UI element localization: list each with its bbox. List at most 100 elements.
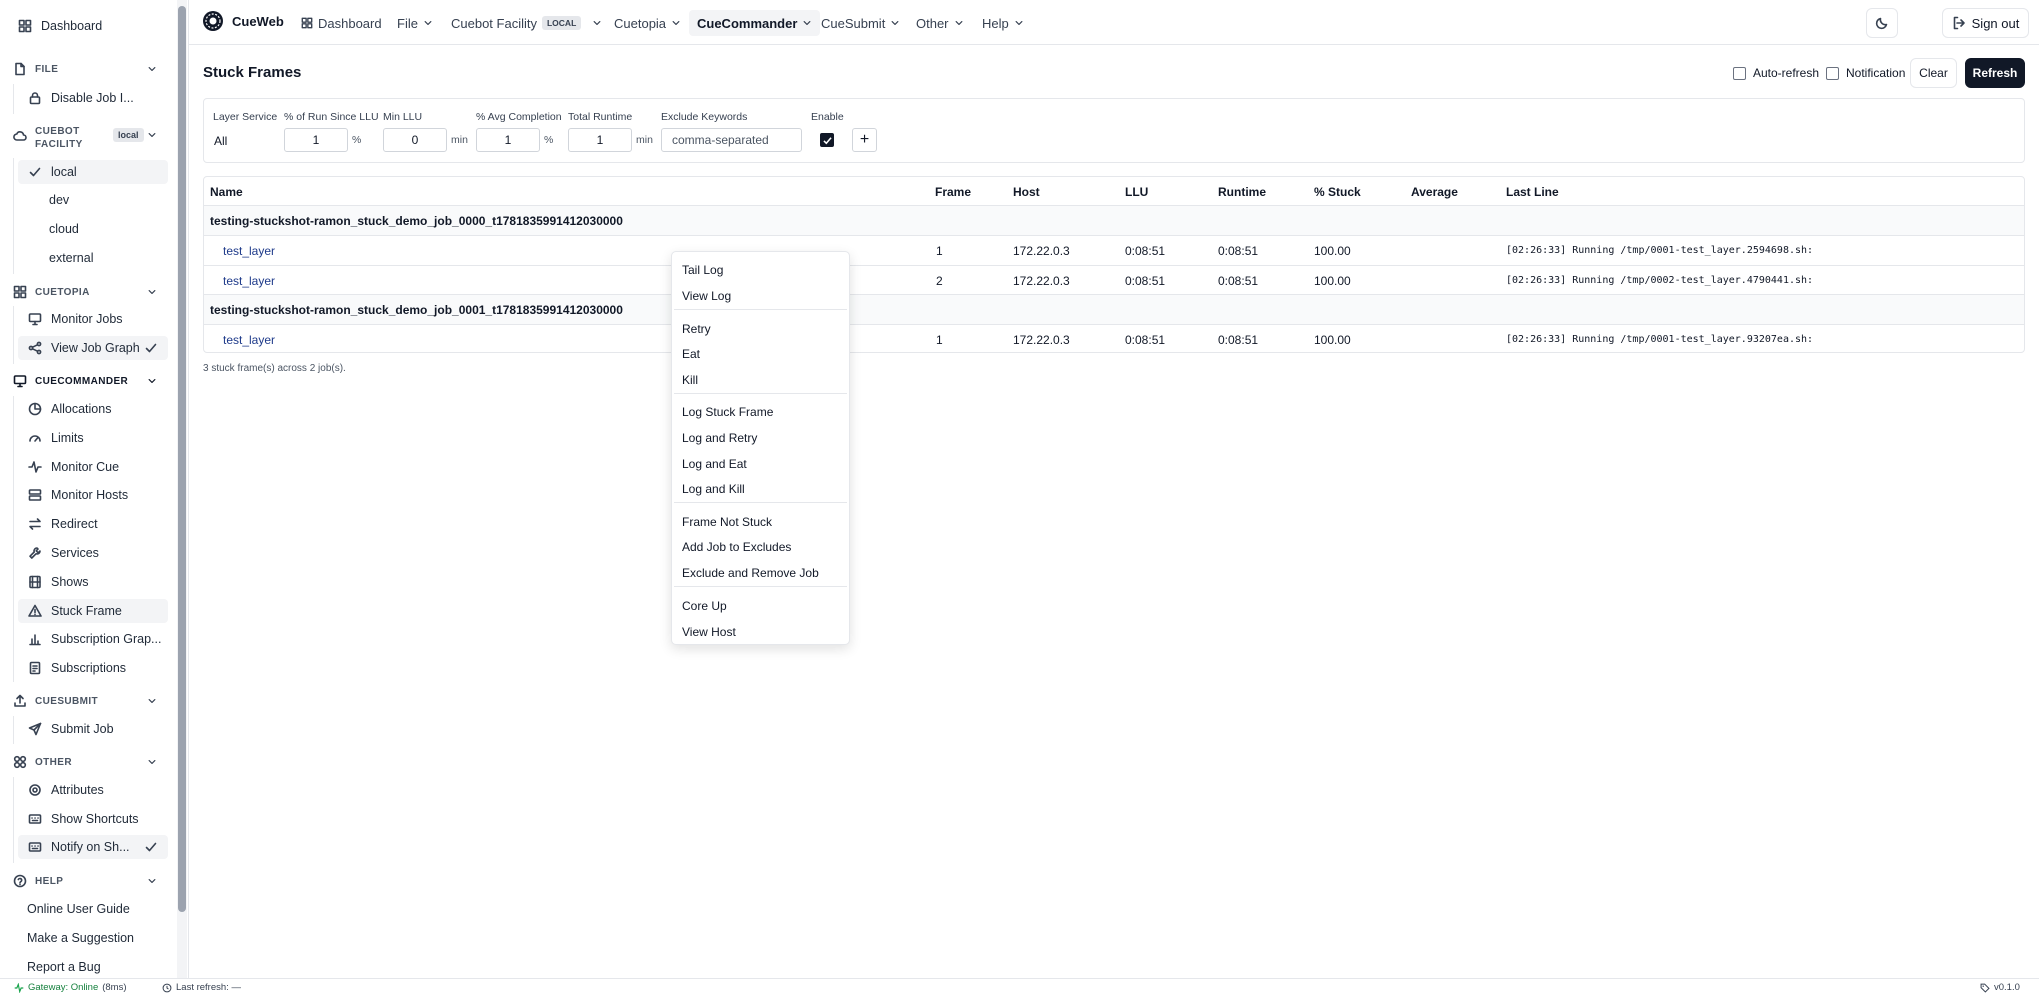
exclude-keywords-input[interactable]: comma-separated: [661, 128, 802, 152]
auto-refresh-toggle[interactable]: Auto-refresh: [1733, 66, 1819, 80]
nav-dashboard[interactable]: Dashboard: [301, 13, 382, 33]
enable-checkbox[interactable]: [820, 133, 834, 147]
sidebar-item-cloud[interactable]: cloud: [18, 217, 168, 241]
sidebar-item-disable-job[interactable]: Disable Job I...: [18, 86, 168, 110]
lock-icon: [29, 92, 41, 105]
col-header-host[interactable]: Host: [1013, 185, 1040, 199]
sidebar-item-label: Redirect: [51, 517, 98, 531]
menu-item-log-and-retry[interactable]: Log and Retry: [682, 431, 757, 445]
menu-item-kill[interactable]: Kill: [682, 373, 698, 387]
section-other[interactable]: OTHER: [13, 755, 156, 769]
nav-other[interactable]: Other: [916, 13, 964, 33]
sidebar-item-subscriptions[interactable]: Subscriptions: [18, 656, 168, 680]
brand[interactable]: CueWeb: [202, 11, 284, 31]
menu-item-view-host[interactable]: View Host: [682, 625, 736, 639]
col-header-name[interactable]: Name: [210, 185, 243, 199]
sidebar-item-services[interactable]: Services: [18, 541, 168, 565]
run-since-llu-input[interactable]: 1: [284, 128, 348, 152]
auto-refresh-checkbox[interactable]: [1733, 66, 1746, 80]
sidebar-item-report-bug[interactable]: Report a Bug: [18, 955, 168, 978]
col-header-stuck[interactable]: % Stuck: [1314, 185, 1361, 199]
sidebar-item-attributes[interactable]: Attributes: [18, 778, 168, 802]
refresh-button[interactable]: Refresh: [1965, 58, 2025, 88]
menu-item-frame-not-stuck[interactable]: Frame Not Stuck: [682, 515, 772, 529]
sidebar-item-redirect[interactable]: Redirect: [18, 512, 168, 536]
notification-checkbox[interactable]: [1826, 66, 1839, 80]
add-filter-button[interactable]: +: [852, 128, 877, 152]
sidebar-item-view-job-graph[interactable]: View Job Graph: [18, 336, 168, 360]
sidebar-item-limits[interactable]: Limits: [18, 426, 168, 450]
divider: [204, 235, 2024, 236]
col-header-runtime[interactable]: Runtime: [1218, 185, 1266, 199]
sidebar-item-external[interactable]: external: [18, 246, 168, 270]
clear-button[interactable]: Clear: [1910, 58, 1957, 88]
sidebar-item-show-shortcuts[interactable]: Show Shortcuts: [18, 807, 168, 831]
sidebar-item-label: Attributes: [51, 783, 104, 797]
menu-item-view-log[interactable]: View Log: [682, 289, 731, 303]
sidebar-item-stuck-frame[interactable]: Stuck Frame: [18, 599, 168, 623]
notification-toggle[interactable]: Notification: [1826, 66, 1905, 80]
menu-item-log-and-kill[interactable]: Log and Kill: [682, 482, 745, 496]
nav-cuetopia[interactable]: Cuetopia: [614, 13, 681, 33]
nav-facility[interactable]: Cuebot Facility LOCAL: [451, 13, 602, 33]
layer-service-label: Layer Service: [213, 111, 278, 123]
min-llu-input[interactable]: 0: [383, 128, 447, 152]
avg-completion-input[interactable]: 1: [476, 128, 540, 152]
sidebar-item-shows[interactable]: Shows: [18, 570, 168, 594]
sidebar-item-user-guide[interactable]: Online User Guide: [18, 897, 168, 921]
gauge-icon: [29, 435, 41, 442]
section-cuecommander[interactable]: CUECOMMANDER: [13, 374, 156, 388]
nav-file[interactable]: File: [397, 13, 433, 33]
min-unit: min: [451, 134, 468, 146]
menu-item-add-job-to-excludes[interactable]: Add Job to Excludes: [682, 540, 791, 554]
sidebar-item-local[interactable]: local: [18, 160, 168, 184]
chevron-down-icon: [148, 290, 156, 294]
layer-service-select[interactable]: All: [214, 134, 227, 148]
section-facility[interactable]: CUEBOT FACILITY local: [13, 125, 156, 151]
theme-toggle-button[interactable]: [1866, 8, 1898, 38]
bar-chart-icon: [29, 634, 41, 646]
sidebar-item-monitor-hosts[interactable]: Monitor Hosts: [18, 483, 168, 507]
section-cuetopia[interactable]: CUETOPIA: [13, 285, 156, 299]
job-group-row[interactable]: testing-stuckshot-ramon_stuck_demo_job_0…: [204, 295, 2024, 324]
nav-dashboard-label: Dashboard: [318, 15, 382, 31]
col-header-llu[interactable]: LLU: [1125, 185, 1148, 199]
page-title: Stuck Frames: [203, 64, 302, 81]
nav-cuecommander[interactable]: CueCommander: [689, 10, 821, 36]
section-cuesubmit[interactable]: CUESUBMIT: [13, 694, 156, 708]
nav-cuesubmit[interactable]: CueSubmit: [821, 13, 900, 33]
menu-item-eat[interactable]: Eat: [682, 347, 700, 361]
frame-layer-name[interactable]: test_layer: [223, 274, 275, 288]
send-icon: [28, 722, 42, 736]
sidebar-item-allocations[interactable]: Allocations: [18, 397, 168, 421]
menu-item-log-and-eat[interactable]: Log and Eat: [682, 457, 747, 471]
menu-item-tail-log[interactable]: Tail Log: [682, 263, 723, 277]
sign-out-button[interactable]: Sign out: [1942, 8, 2029, 38]
frame-layer-name[interactable]: test_layer: [223, 333, 275, 347]
frame-layer-name[interactable]: test_layer: [223, 244, 275, 258]
sidebar-item-subscription-graphs[interactable]: Subscription Grap...: [18, 627, 168, 651]
nav-help[interactable]: Help: [982, 13, 1024, 33]
sidebar-scrollbar[interactable]: [178, 6, 186, 912]
job-group-row[interactable]: testing-stuckshot-ramon_stuck_demo_job_0…: [204, 206, 2024, 235]
section-file[interactable]: FILE: [13, 62, 156, 76]
sidebar-item-monitor-jobs[interactable]: Monitor Jobs: [18, 307, 168, 331]
sidebar-item-notify-on-shows[interactable]: Notify on Sh...: [18, 835, 168, 859]
sidebar-item-dev[interactable]: dev: [18, 188, 168, 212]
sidebar-item-suggestion[interactable]: Make a Suggestion: [18, 926, 168, 950]
sidebar-item-monitor-cue[interactable]: Monitor Cue: [18, 455, 168, 479]
menu-item-log-stuck-frame[interactable]: Log Stuck Frame: [682, 405, 773, 419]
col-header-frame[interactable]: Frame: [935, 185, 971, 199]
col-header-average[interactable]: Average: [1411, 185, 1458, 199]
section-help[interactable]: HELP: [13, 874, 156, 888]
sidebar-dashboard[interactable]: Dashboard: [8, 14, 168, 38]
sidebar-item-label: Make a Suggestion: [27, 931, 135, 945]
menu-item-retry[interactable]: Retry: [682, 322, 711, 336]
menu-item-core-up[interactable]: Core Up: [682, 599, 727, 613]
menu-item-exclude-and-remove-job[interactable]: Exclude and Remove Job: [682, 566, 819, 580]
sidebar-item-label: Subscription Grap...: [51, 632, 162, 646]
sidebar-item-submit-job[interactable]: Submit Job: [18, 717, 168, 741]
enable-label: Enable: [811, 111, 844, 123]
total-runtime-input[interactable]: 1: [568, 128, 632, 152]
col-header-last-line[interactable]: Last Line: [1506, 185, 1559, 199]
